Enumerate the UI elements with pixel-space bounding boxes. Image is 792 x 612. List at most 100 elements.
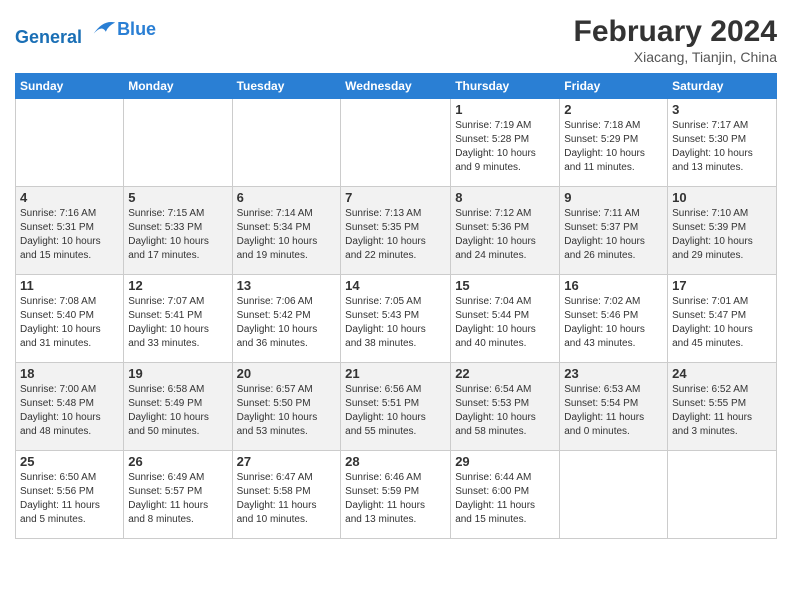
header: General Blue February 2024 Xiacang, Tian… [15, 15, 777, 65]
calendar-cell [560, 451, 668, 539]
day-number: 12 [128, 278, 227, 293]
calendar-cell: 5Sunrise: 7:15 AM Sunset: 5:33 PM Daylig… [124, 187, 232, 275]
day-number: 25 [20, 454, 119, 469]
calendar-cell [232, 99, 341, 187]
calendar-cell: 18 Sunrise: 7:00 AM Sunset: 5:48 PM Dayli… [16, 363, 124, 451]
calendar-cell [668, 451, 777, 539]
calendar-cell: 20 Sunrise: 6:57 AM Sunset: 5:50 PM Dayli… [232, 363, 341, 451]
day-info: Sunrise: 7:13 AM Sunset: 5:35 PM Dayligh… [345, 207, 446, 263]
day-info: Sunrise: 7:00 AM Sunset: 5:48 PM Dayligh… [20, 383, 119, 439]
calendar-cell: 2 Sunrise: 7:18 AM Sunset: 5:29 PM Daylig… [560, 99, 668, 187]
calendar-cell: 25 Sunrise: 6:50 AM Sunset: 5:56 PM Dayli… [16, 451, 124, 539]
day-info: Sunrise: 7:06 AM Sunset: 5:42 PM Dayligh… [237, 295, 337, 351]
weekday-header-row: SundayMondayTuesdayWednesdayThursdayFrid… [16, 74, 777, 99]
logo-line1: General [15, 27, 82, 47]
page: General Blue February 2024 Xiacang, Tian… [0, 0, 792, 612]
calendar-cell: 16 Sunrise: 7:02 AM Sunset: 5:46 PM Dayli… [560, 275, 668, 363]
day-number: 16 [564, 278, 663, 293]
weekday-header-friday: Friday [560, 74, 668, 99]
calendar-cell: 29 Sunrise: 6:44 AM Sunset: 6:00 PM Dayli… [451, 451, 560, 539]
day-info: Sunrise: 7:19 AM Sunset: 5:28 PM Dayligh… [455, 119, 555, 175]
calendar-cell: 19 Sunrise: 6:58 AM Sunset: 5:49 PM Dayli… [124, 363, 232, 451]
calendar-cell: 28Sunrise: 6:46 AM Sunset: 5:59 PM Dayli… [341, 451, 451, 539]
day-info: Sunrise: 6:58 AM Sunset: 5:49 PM Dayligh… [128, 383, 227, 439]
day-info: Sunrise: 6:49 AM Sunset: 5:57 PM Dayligh… [128, 471, 227, 527]
day-number: 19 [128, 366, 227, 381]
weekday-header-wednesday: Wednesday [341, 74, 451, 99]
day-number: 6 [237, 190, 337, 205]
weekday-header-saturday: Saturday [668, 74, 777, 99]
calendar-cell: 12 Sunrise: 7:07 AM Sunset: 5:41 PM Dayli… [124, 275, 232, 363]
day-number: 20 [237, 366, 337, 381]
logo: General Blue [15, 15, 156, 48]
calendar-cell: 24 Sunrise: 6:52 AM Sunset: 5:55 PM Dayli… [668, 363, 777, 451]
calendar-cell: 11 Sunrise: 7:08 AM Sunset: 5:40 PM Dayli… [16, 275, 124, 363]
calendar-cell [16, 99, 124, 187]
day-number: 4 [20, 190, 119, 205]
day-number: 26 [128, 454, 227, 469]
calendar-table: SundayMondayTuesdayWednesdayThursdayFrid… [15, 73, 777, 539]
day-info: Sunrise: 7:17 AM Sunset: 5:30 PM Dayligh… [672, 119, 772, 175]
day-number: 9 [564, 190, 663, 205]
day-number: 18 [20, 366, 119, 381]
week-row-4: 18 Sunrise: 7:00 AM Sunset: 5:48 PM Dayli… [16, 363, 777, 451]
week-row-5: 25 Sunrise: 6:50 AM Sunset: 5:56 PM Dayli… [16, 451, 777, 539]
day-info: Sunrise: 7:11 AM Sunset: 5:37 PM Dayligh… [564, 207, 663, 263]
day-info: Sunrise: 6:50 AM Sunset: 5:56 PM Dayligh… [20, 471, 119, 527]
main-title: February 2024 [574, 15, 777, 49]
weekday-header-sunday: Sunday [16, 74, 124, 99]
calendar-cell: 15Sunrise: 7:04 AM Sunset: 5:44 PM Dayli… [451, 275, 560, 363]
day-info: Sunrise: 7:01 AM Sunset: 5:47 PM Dayligh… [672, 295, 772, 351]
logo-bird-icon [89, 15, 117, 43]
day-info: Sunrise: 6:56 AM Sunset: 5:51 PM Dayligh… [345, 383, 446, 439]
day-number: 22 [455, 366, 555, 381]
calendar-cell: 26 Sunrise: 6:49 AM Sunset: 5:57 PM Dayli… [124, 451, 232, 539]
day-number: 13 [237, 278, 337, 293]
day-number: 24 [672, 366, 772, 381]
day-number: 2 [564, 102, 663, 117]
day-number: 3 [672, 102, 772, 117]
day-number: 11 [20, 278, 119, 293]
logo-line2: Blue [117, 20, 156, 40]
day-info: Sunrise: 7:12 AM Sunset: 5:36 PM Dayligh… [455, 207, 555, 263]
weekday-header-monday: Monday [124, 74, 232, 99]
day-info: Sunrise: 7:04 AM Sunset: 5:44 PM Dayligh… [455, 295, 555, 351]
day-info: Sunrise: 6:44 AM Sunset: 6:00 PM Dayligh… [455, 471, 555, 527]
day-info: Sunrise: 7:05 AM Sunset: 5:43 PM Dayligh… [345, 295, 446, 351]
week-row-1: 1Sunrise: 7:19 AM Sunset: 5:28 PM Daylig… [16, 99, 777, 187]
day-info: Sunrise: 6:57 AM Sunset: 5:50 PM Dayligh… [237, 383, 337, 439]
day-info: Sunrise: 7:18 AM Sunset: 5:29 PM Dayligh… [564, 119, 663, 175]
calendar-cell: 8 Sunrise: 7:12 AM Sunset: 5:36 PM Daylig… [451, 187, 560, 275]
calendar-cell: 21 Sunrise: 6:56 AM Sunset: 5:51 PM Dayli… [341, 363, 451, 451]
day-info: Sunrise: 6:53 AM Sunset: 5:54 PM Dayligh… [564, 383, 663, 439]
day-info: Sunrise: 7:02 AM Sunset: 5:46 PM Dayligh… [564, 295, 663, 351]
day-number: 28 [345, 454, 446, 469]
calendar-cell: 17Sunrise: 7:01 AM Sunset: 5:47 PM Dayli… [668, 275, 777, 363]
week-row-2: 4Sunrise: 7:16 AM Sunset: 5:31 PM Daylig… [16, 187, 777, 275]
logo-text: General [15, 15, 117, 48]
weekday-header-thursday: Thursday [451, 74, 560, 99]
calendar-cell: 23 Sunrise: 6:53 AM Sunset: 5:54 PM Dayli… [560, 363, 668, 451]
calendar-cell: 13 Sunrise: 7:06 AM Sunset: 5:42 PM Dayli… [232, 275, 341, 363]
week-row-3: 11 Sunrise: 7:08 AM Sunset: 5:40 PM Dayli… [16, 275, 777, 363]
day-info: Sunrise: 7:08 AM Sunset: 5:40 PM Dayligh… [20, 295, 119, 351]
day-number: 14 [345, 278, 446, 293]
calendar-cell: 1Sunrise: 7:19 AM Sunset: 5:28 PM Daylig… [451, 99, 560, 187]
day-info: Sunrise: 6:54 AM Sunset: 5:53 PM Dayligh… [455, 383, 555, 439]
day-info: Sunrise: 7:15 AM Sunset: 5:33 PM Dayligh… [128, 207, 227, 263]
day-number: 10 [672, 190, 772, 205]
day-number: 29 [455, 454, 555, 469]
day-number: 7 [345, 190, 446, 205]
day-info: Sunrise: 7:07 AM Sunset: 5:41 PM Dayligh… [128, 295, 227, 351]
day-number: 21 [345, 366, 446, 381]
subtitle: Xiacang, Tianjin, China [574, 49, 777, 65]
day-info: Sunrise: 6:52 AM Sunset: 5:55 PM Dayligh… [672, 383, 772, 439]
day-number: 8 [455, 190, 555, 205]
calendar-cell: 3 Sunrise: 7:17 AM Sunset: 5:30 PM Daylig… [668, 99, 777, 187]
day-info: Sunrise: 6:47 AM Sunset: 5:58 PM Dayligh… [237, 471, 337, 527]
calendar-cell: 9 Sunrise: 7:11 AM Sunset: 5:37 PM Daylig… [560, 187, 668, 275]
day-number: 23 [564, 366, 663, 381]
calendar-cell: 6 Sunrise: 7:14 AM Sunset: 5:34 PM Daylig… [232, 187, 341, 275]
day-info: Sunrise: 7:14 AM Sunset: 5:34 PM Dayligh… [237, 207, 337, 263]
day-info: Sunrise: 7:10 AM Sunset: 5:39 PM Dayligh… [672, 207, 772, 263]
